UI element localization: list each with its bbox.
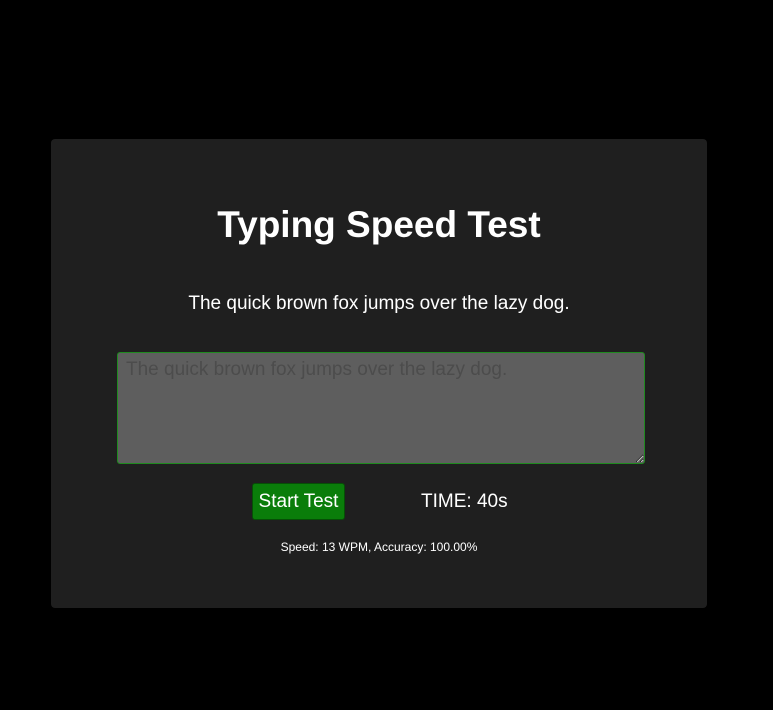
results-summary: Speed: 13 WPM, Accuracy: 100.00% — [280, 540, 478, 554]
typing-input[interactable] — [117, 352, 645, 464]
sample-sentence: The quick brown fox jumps over the lazy … — [188, 293, 570, 314]
typing-test-card: Typing Speed Test The quick brown fox ju… — [51, 139, 707, 608]
page-title: Typing Speed Test — [217, 204, 541, 245]
start-test-button[interactable]: Start Test — [252, 483, 345, 520]
timer-display: TIME: 40s — [421, 491, 508, 512]
